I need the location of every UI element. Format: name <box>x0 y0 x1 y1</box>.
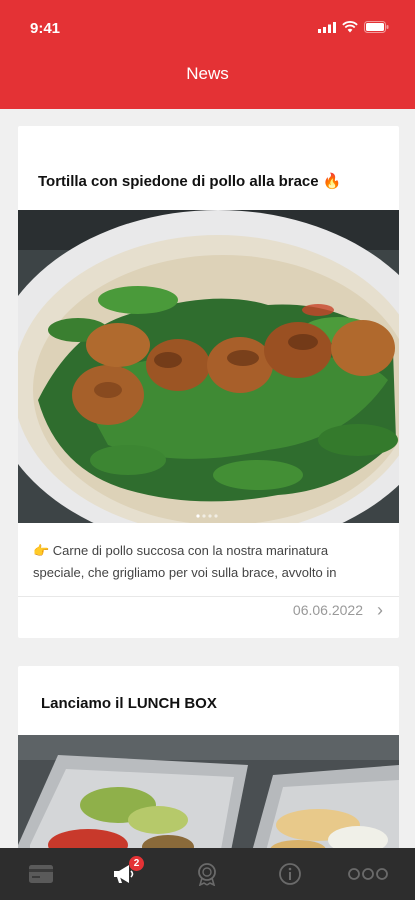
news-card[interactable]: Lanciamo il LUNCH BOX <box>18 666 399 848</box>
tab-bar: 2 <box>0 848 415 900</box>
news-card[interactable]: Tortilla con spiedone di pollo alla brac… <box>18 126 399 638</box>
tab-info[interactable] <box>270 860 310 888</box>
tab-news[interactable]: 2 <box>104 856 144 888</box>
signal-icon <box>318 21 336 33</box>
notification-badge: 2 <box>129 856 144 871</box>
status-time: 9:41 <box>30 20 61 37</box>
tab-card[interactable] <box>21 860 61 888</box>
app-header: 9:41 News <box>0 0 415 109</box>
news-feed[interactable]: Tortilla con spiedone di pollo alla brac… <box>0 109 415 848</box>
status-icons <box>318 21 389 33</box>
excerpt-line: 👉 Carne di pollo succosa con la nostra m… <box>33 543 329 558</box>
news-card-title: Lanciamo il LUNCH BOX <box>41 695 217 712</box>
tab-rewards[interactable] <box>187 860 227 888</box>
battery-icon <box>364 21 389 33</box>
tab-more[interactable] <box>343 860 393 888</box>
news-card-date: 06.06.2022 <box>292 602 363 618</box>
news-card-excerpt: 👉 Carne di pollo succosa con la nostra m… <box>33 540 383 584</box>
chevron-right-icon[interactable]: › <box>377 600 383 621</box>
status-bar: 9:41 <box>0 0 415 50</box>
page-title: News <box>186 64 229 83</box>
award-icon <box>198 863 216 886</box>
info-icon <box>279 863 301 885</box>
divider <box>18 596 399 597</box>
lunch-box-trays-photo <box>18 735 399 848</box>
wifi-icon <box>342 21 358 33</box>
news-card-title: Tortilla con spiedone di pollo alla brac… <box>38 173 342 190</box>
more-icon <box>348 868 388 880</box>
tortilla-chicken-skewer-photo <box>18 210 399 523</box>
excerpt-line: speciale, che grigliamo per voi sulla br… <box>33 565 337 580</box>
card-icon <box>29 865 53 883</box>
